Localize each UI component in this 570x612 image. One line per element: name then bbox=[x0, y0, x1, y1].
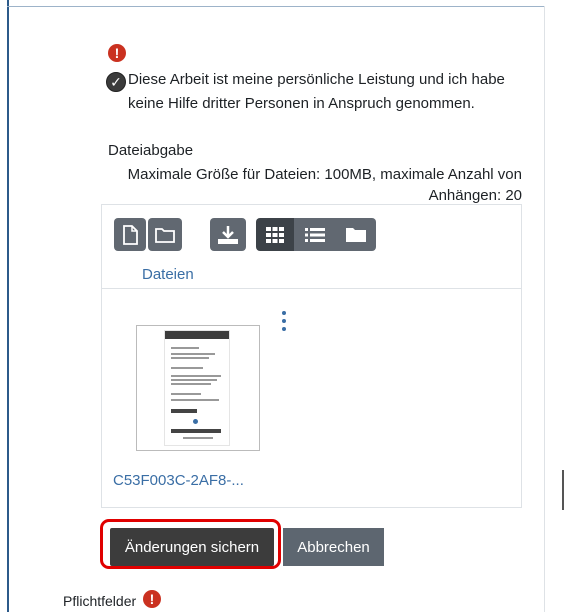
add-file-icon bbox=[122, 224, 138, 245]
folder-view-icon bbox=[345, 226, 367, 243]
add-file-button[interactable] bbox=[114, 218, 146, 251]
page-border-right bbox=[544, 6, 545, 612]
grid-view-icon bbox=[266, 226, 284, 243]
create-folder-icon bbox=[155, 227, 175, 243]
document-preview-image bbox=[164, 330, 230, 446]
create-folder-button[interactable] bbox=[148, 218, 182, 251]
file-limits-text: Maximale Größe für Dateien: 100MB, maxim… bbox=[127, 166, 522, 204]
file-submission-label: Dateiabgabe bbox=[108, 142, 194, 159]
required-fields-alert-icon: ! bbox=[143, 590, 161, 608]
required-alert-icon: ! bbox=[108, 44, 126, 62]
file-thumbnail[interactable] bbox=[136, 325, 260, 451]
grid-view-button[interactable] bbox=[256, 218, 294, 251]
file-name-link[interactable]: C53F003C-2AF8-... bbox=[113, 472, 244, 489]
list-view-button[interactable] bbox=[294, 218, 336, 251]
required-fields-label: Pflichtfelder bbox=[63, 593, 137, 609]
download-button[interactable] bbox=[210, 218, 246, 251]
folder-view-button[interactable] bbox=[336, 218, 376, 251]
save-changes-button[interactable]: Änderungen sichern bbox=[110, 528, 274, 566]
cancel-button[interactable]: Abbrechen bbox=[283, 528, 384, 566]
filepicker-divider bbox=[102, 288, 521, 289]
required-fields-note: Pflichtfelder bbox=[63, 593, 136, 609]
list-view-icon bbox=[305, 227, 325, 243]
page-border-top bbox=[7, 6, 545, 7]
download-icon bbox=[217, 225, 239, 245]
breadcrumb-files-link[interactable]: Dateien bbox=[142, 266, 194, 283]
file-options-menu-icon[interactable] bbox=[281, 311, 287, 331]
declaration-text: Diese Arbeit ist meine persönliche Leist… bbox=[128, 71, 505, 112]
scrollbar[interactable] bbox=[562, 470, 564, 510]
declaration-checkbox[interactable]: ✓ bbox=[106, 72, 126, 92]
page-border-left bbox=[7, 0, 9, 612]
